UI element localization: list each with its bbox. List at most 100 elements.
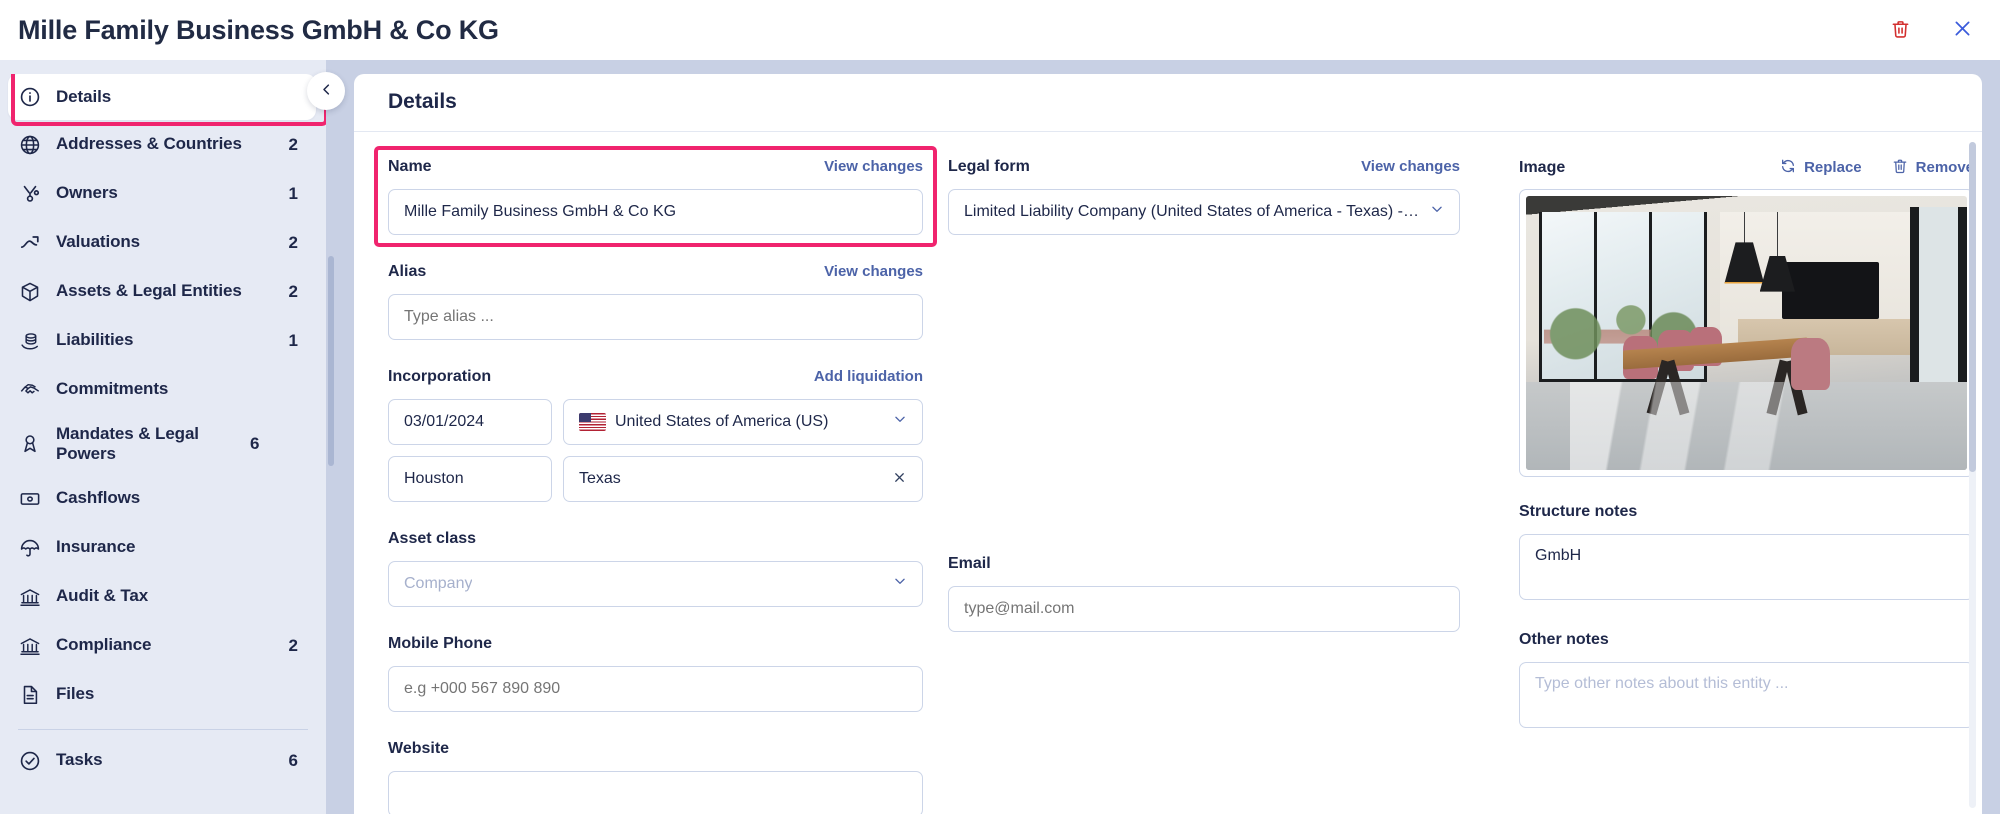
document-icon: [18, 683, 42, 707]
page-title: Mille Family Business GmbH & Co KG: [18, 14, 499, 45]
add-liquidation-link[interactable]: Add liquidation: [814, 368, 923, 385]
window-body: Details Addresses & Countries 2 Owners 1…: [0, 60, 2000, 814]
sidebar-nav-list: Details Addresses & Countries 2 Owners 1…: [0, 74, 326, 814]
sidebar-collapse-button[interactable]: [307, 72, 345, 110]
incorporation-country-select[interactable]: United States of America (US): [563, 398, 923, 445]
sidebar-item-tasks[interactable]: Tasks 6: [0, 736, 326, 785]
field-label: Structure notes: [1519, 502, 1638, 520]
field-legal-form-header: Legal form View changes: [948, 158, 1460, 179]
delete-entity-button[interactable]: [1886, 16, 1914, 44]
sidebar-item-label: Tasks: [56, 750, 103, 770]
details-form: Name View changes Alias View changes: [354, 132, 1982, 814]
org-tree-icon: [18, 182, 42, 206]
sidebar-item-addresses-countries[interactable]: Addresses & Countries 2: [0, 120, 326, 169]
sidebar-item-cashflows[interactable]: Cashflows: [0, 474, 326, 523]
sidebar-item-audit-tax[interactable]: Audit & Tax: [0, 572, 326, 621]
asset-class-select[interactable]: Company: [388, 560, 923, 607]
sidebar-item-liabilities[interactable]: Liabilities 1: [0, 316, 326, 365]
sidebar-item-compliance[interactable]: Compliance 2: [0, 621, 326, 670]
field-mobile-phone-header: Mobile Phone: [388, 635, 923, 656]
replace-label: Replace: [1804, 159, 1862, 177]
close-icon: [1952, 18, 1973, 42]
asset-class-value: Company: [404, 574, 473, 592]
incorporation-city-input[interactable]: [388, 455, 552, 502]
bank-icon: [18, 585, 42, 609]
sidebar-scrollbar[interactable]: [326, 60, 336, 814]
sidebar-item-label: Owners: [56, 183, 118, 203]
field-website: Website: [388, 740, 923, 814]
sidebar-item-count: 2: [288, 635, 298, 655]
structure-notes-textarea[interactable]: [1519, 533, 1974, 600]
refresh-icon: [1780, 158, 1796, 178]
field-website-header: Website: [388, 740, 923, 761]
info-circle-icon: [18, 85, 42, 109]
remove-image-button[interactable]: Remove: [1892, 158, 1974, 178]
sidebar-item-label: Valuations: [56, 232, 141, 252]
name-view-changes-link[interactable]: View changes: [824, 158, 923, 175]
person-badge-icon: [18, 432, 42, 456]
field-label: Website: [388, 739, 450, 757]
field-mobile-phone: Mobile Phone: [388, 635, 923, 712]
sidebar-item-count: 6: [250, 434, 260, 453]
sidebar-item-count: 2: [288, 134, 298, 154]
sidebar-item-details[interactable]: Details: [8, 74, 326, 126]
mobile-phone-input[interactable]: [388, 665, 923, 712]
trend-up-icon: [18, 231, 42, 255]
incorporation-state-cell: Texas: [563, 455, 923, 502]
legal-form-view-changes-link[interactable]: View changes: [1361, 158, 1460, 175]
alias-view-changes-link[interactable]: View changes: [824, 263, 923, 280]
image-actions: Replace Remove: [1780, 158, 1974, 178]
field-incorporation-header: Incorporation Add liquidation: [388, 368, 923, 389]
us-flag-icon: [579, 412, 606, 431]
details-panel-scrollbar[interactable]: [1969, 141, 1976, 808]
replace-image-button[interactable]: Replace: [1780, 158, 1862, 178]
chevron-down-icon: [1430, 202, 1444, 221]
incorporation-state-select[interactable]: Texas: [563, 455, 923, 502]
form-column-left: Name View changes Alias View changes: [374, 145, 937, 814]
website-input[interactable]: [388, 770, 923, 814]
field-email-header: Email: [948, 555, 1460, 576]
sidebar-item-mandates-legal-powers[interactable]: Mandates & Legal Powers 6: [0, 414, 326, 474]
field-incorporation: Incorporation Add liquidation 03/01/2024…: [388, 368, 923, 502]
alias-input[interactable]: [388, 293, 923, 340]
sidebar-item-label: Compliance: [56, 635, 152, 655]
field-asset-class: Asset class Company: [388, 530, 923, 607]
sidebar-item-label: Mandates & Legal Powers: [56, 423, 199, 463]
sidebar-item-files[interactable]: Files: [0, 670, 326, 719]
email-input[interactable]: [948, 585, 1460, 632]
incorporation-state-value: Texas: [579, 469, 621, 487]
chevron-down-icon: [893, 574, 907, 593]
sidebar-item-count: 1: [288, 330, 298, 350]
incorporation-date-cell: [388, 398, 552, 445]
window-top-bar: Mille Family Business GmbH & Co KG: [0, 0, 2000, 60]
sidebar-item-label: Liabilities: [56, 330, 134, 350]
legal-form-select[interactable]: Limited Liability Company (United States…: [948, 188, 1460, 235]
image-section-header: Image Replace Remove: [1519, 158, 1974, 178]
sidebar-item-count: 2: [288, 232, 298, 252]
main-region: Details Name View changes Alias: [336, 60, 2000, 814]
sidebar-item-valuations[interactable]: Valuations 2: [0, 218, 326, 267]
field-label: Asset class: [388, 529, 477, 547]
scrollbar-thumb[interactable]: [1969, 141, 1976, 472]
incorporation-date-input[interactable]: [388, 398, 552, 445]
sidebar-item-insurance[interactable]: Insurance: [0, 523, 326, 572]
sidebar-item-assets-legal-entities[interactable]: Assets & Legal Entities 2: [0, 267, 326, 316]
umbrella-icon: [18, 536, 42, 560]
close-window-button[interactable]: [1948, 16, 1976, 44]
image-label: Image: [1519, 158, 1566, 176]
sidebar-item-owners[interactable]: Owners 1: [0, 169, 326, 218]
field-label: Incorporation: [388, 367, 492, 385]
name-input[interactable]: [388, 188, 923, 235]
form-column-right: Image Replace Remove Structure notes Gmb…: [1519, 158, 1974, 814]
field-name-header: Name View changes: [388, 158, 923, 179]
sidebar-item-commitments[interactable]: Commitments: [0, 365, 326, 414]
entity-image-frame[interactable]: [1519, 188, 1974, 477]
other-notes-textarea[interactable]: [1519, 661, 1974, 728]
close-small-icon[interactable]: [886, 470, 907, 488]
sidebar-item-label: Details: [56, 86, 112, 106]
check-circle-icon: [18, 749, 42, 773]
field-label: Alias: [388, 262, 427, 280]
window-actions: [1886, 16, 1976, 44]
banknote-icon: [18, 487, 42, 511]
sidebar-item-label: Addresses & Countries: [56, 134, 242, 154]
